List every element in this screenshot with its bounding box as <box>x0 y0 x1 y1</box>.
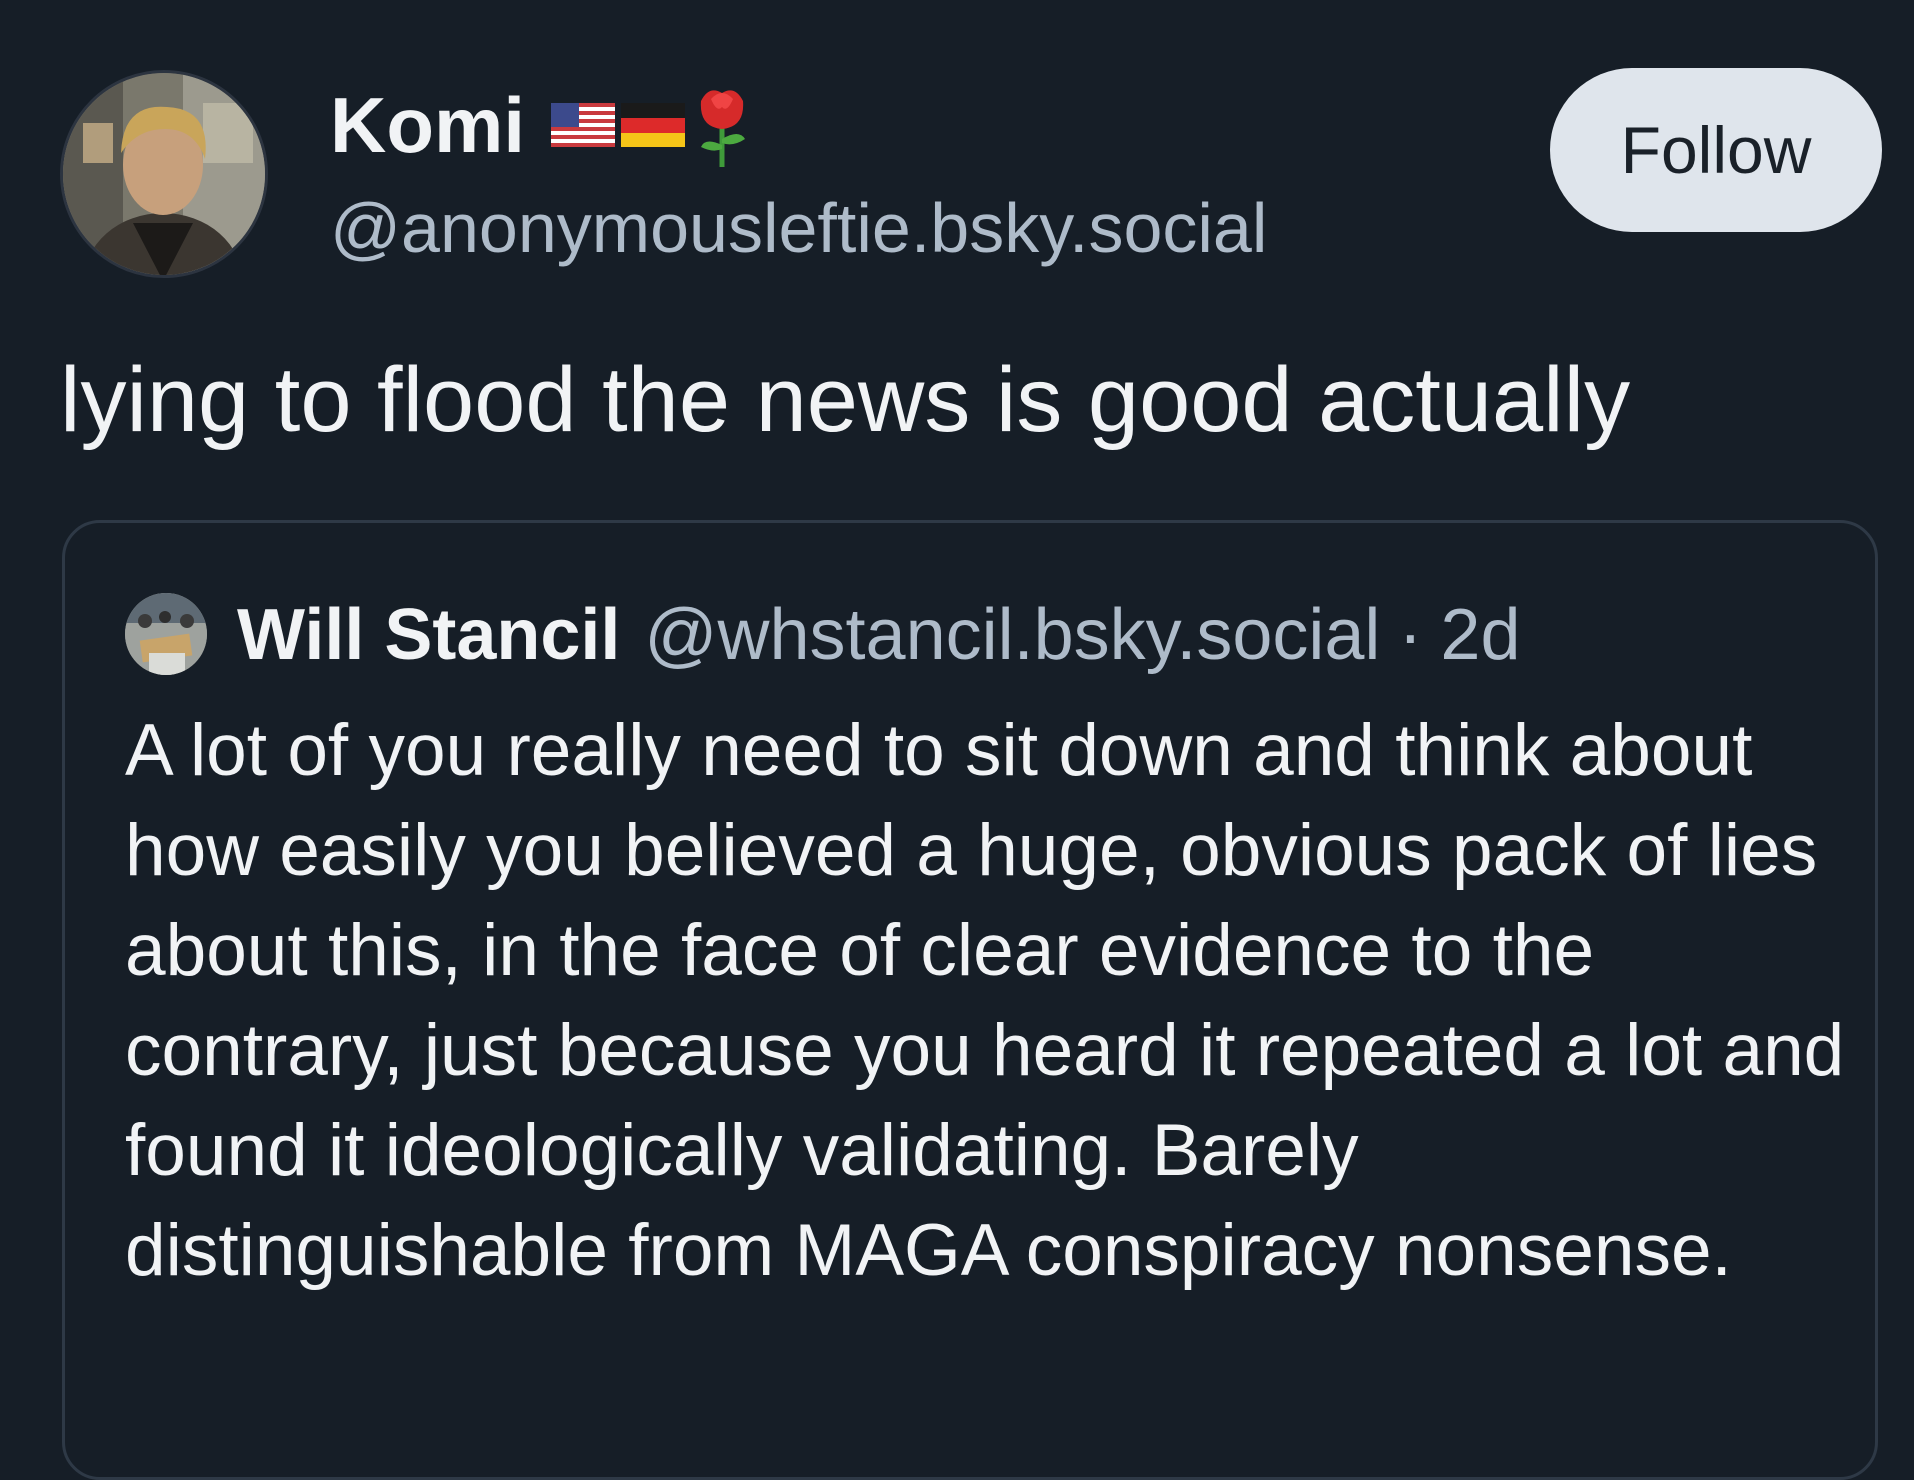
quoted-avatar-photo <box>125 593 207 675</box>
avatar-photo <box>63 73 265 275</box>
quoted-post-header: Will Stancil @whstancil.bsky.social · 2d <box>237 585 1521 685</box>
quoted-author-name[interactable]: Will Stancil <box>237 594 620 676</box>
post-text: lying to flood the news is good actually <box>60 349 1631 451</box>
follow-button[interactable]: Follow <box>1550 68 1882 232</box>
author-display-name[interactable]: Komi <box>330 80 525 171</box>
author-name-emoji <box>551 80 753 170</box>
quoted-post-text: A lot of you really need to sit down and… <box>125 710 1845 1291</box>
separator-dot: · <box>1398 595 1423 675</box>
quoted-author-avatar[interactable] <box>125 593 207 675</box>
quoted-post-card[interactable]: Will Stancil @whstancil.bsky.social · 2d… <box>62 520 1878 1480</box>
flag-us-icon <box>551 103 615 147</box>
author-avatar[interactable] <box>60 70 268 278</box>
author-name-row: Komi <box>330 80 753 170</box>
author-handle[interactable]: @anonymousleftie.bsky.social <box>330 188 1267 268</box>
quoted-post-timestamp[interactable]: 2d <box>1440 594 1520 676</box>
flag-germany-icon <box>621 103 685 147</box>
quoted-author-handle[interactable]: @whstancil.bsky.social <box>644 594 1380 676</box>
rose-icon <box>700 90 745 167</box>
